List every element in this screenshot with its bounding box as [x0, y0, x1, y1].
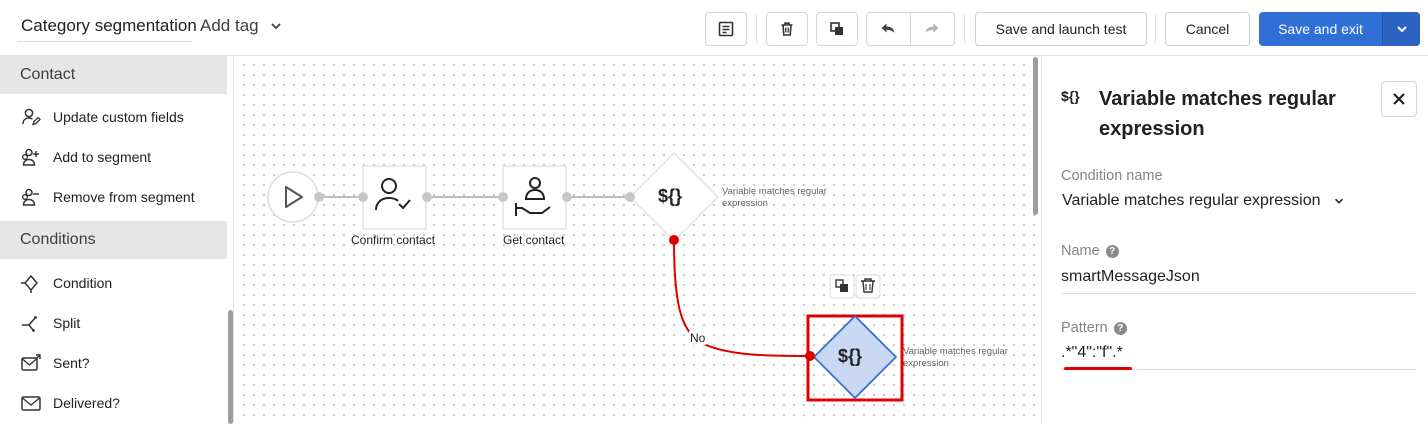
chevron-down-icon	[1396, 26, 1407, 33]
add-tag-dropdown[interactable]: Add tag	[200, 16, 283, 36]
edge-label-no: No	[689, 331, 707, 345]
add-tag-label: Add tag	[200, 16, 259, 35]
palette-item-label: Remove from segment	[53, 189, 195, 205]
condition-icon	[20, 272, 42, 294]
name-field[interactable]: smartMessageJson	[1061, 268, 1200, 286]
workflow-title[interactable]: Category segmentation	[21, 16, 197, 36]
help-icon[interactable]: ?	[1113, 321, 1127, 335]
chevron-down-icon	[270, 23, 281, 30]
notes-button[interactable]	[705, 12, 747, 46]
pattern-field-label: Pattern ?	[1061, 320, 1127, 336]
palette-item-condition[interactable]: Condition	[0, 263, 227, 303]
copy-icon	[830, 22, 843, 35]
note-icon	[718, 21, 734, 37]
palette-item-label: Update custom fields	[53, 109, 184, 125]
chevron-down-icon	[1334, 198, 1343, 204]
help-icon[interactable]: ?	[1105, 244, 1119, 258]
palette-item-sent[interactable]: Sent?	[0, 343, 227, 383]
close-icon	[1393, 93, 1405, 105]
condition-name-value: Variable matches regular expression	[1062, 192, 1321, 209]
palette-item-label: Condition	[53, 275, 113, 291]
sent-icon	[20, 352, 42, 374]
save-and-exit-button[interactable]: Save and exit	[1259, 12, 1382, 46]
pattern-field[interactable]: .*"4":"f".*	[1061, 344, 1123, 362]
save-and-launch-test-button[interactable]: Save and launch test	[975, 12, 1147, 46]
get-contact-label: Get contact	[503, 233, 565, 247]
node-palette-sidebar: Contact Update custom fields Add to segm…	[0, 56, 234, 424]
palette-item-add-to-segment[interactable]: Add to segment	[0, 137, 227, 177]
undo-redo-group	[866, 12, 955, 46]
canvas-scrollbar[interactable]	[1033, 57, 1038, 215]
toolbar-divider	[1155, 14, 1156, 44]
delivered-icon	[20, 392, 42, 414]
duplicate-button[interactable]	[816, 12, 858, 46]
selected-condition-label: Variable matches regular expression	[903, 346, 1008, 369]
save-options-dropdown[interactable]	[1383, 12, 1420, 46]
delete-button[interactable]	[766, 12, 808, 46]
palette-item-update-custom-fields[interactable]: Update custom fields	[0, 97, 227, 137]
top-toolbar: Category segmentation Add tag Save and l…	[0, 0, 1428, 56]
sidebar-scrollbar[interactable]	[228, 310, 233, 424]
redo-button[interactable]	[911, 13, 955, 45]
palette-item-remove-from-segment[interactable]: Remove from segment	[0, 177, 227, 217]
variable-icon: ${}	[658, 186, 683, 206]
palette-item-split[interactable]: Split	[0, 303, 227, 343]
section-header-conditions[interactable]: Conditions	[0, 221, 227, 259]
pattern-highlight-underline	[1064, 367, 1132, 370]
section-header-contact[interactable]: Contact	[0, 56, 227, 94]
toolbar-divider	[964, 14, 965, 44]
close-panel-button[interactable]	[1381, 81, 1417, 117]
undo-icon	[881, 23, 895, 33]
group-remove-icon	[20, 186, 42, 208]
palette-item-label: Add to segment	[53, 149, 152, 165]
panel-title: Variable matches regular expression	[1099, 88, 1336, 140]
trash-icon	[781, 22, 793, 36]
pattern-label-text: Pattern	[1061, 320, 1108, 336]
name-field-label: Name ?	[1061, 243, 1119, 259]
variable-icon: ${}	[838, 346, 863, 366]
name-field-underline	[1061, 293, 1416, 294]
palette-item-label: Sent?	[53, 355, 90, 371]
confirm-contact-label: Confirm contact	[351, 233, 436, 247]
toolbar-divider	[756, 14, 757, 44]
title-underline	[17, 41, 192, 42]
condition-name-label: Condition name	[1061, 168, 1163, 184]
group-add-icon	[20, 146, 42, 168]
variable-condition-label: Variable matches regular expression	[722, 186, 827, 209]
palette-item-label: Delivered?	[53, 395, 120, 411]
palette-item-label: Split	[53, 315, 81, 331]
save-and-exit-split-button: Save and exit	[1259, 12, 1420, 46]
undo-button[interactable]	[867, 13, 911, 45]
variable-icon: ${}	[1061, 88, 1080, 104]
cancel-button[interactable]: Cancel	[1165, 12, 1250, 46]
name-label-text: Name	[1061, 243, 1100, 259]
condition-name-select[interactable]: Variable matches regular expression	[1062, 192, 1345, 210]
split-icon	[20, 312, 42, 334]
palette-item-delivered[interactable]: Delivered?	[0, 383, 227, 423]
redo-icon	[925, 23, 939, 33]
user-edit-icon	[20, 106, 42, 128]
